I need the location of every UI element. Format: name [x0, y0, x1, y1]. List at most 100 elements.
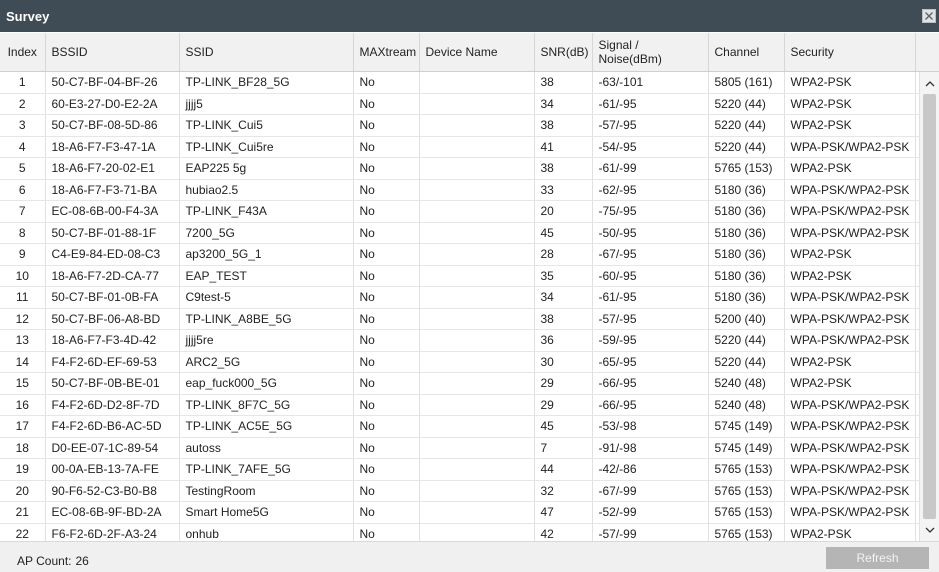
cell-security: WPA-PSK/WPA2-PSK: [784, 286, 916, 309]
table-row[interactable]: 2 60-E3-27-D0-E2-2A jjjj5 No 34 -61/-95 5220 (…: [0, 93, 939, 115]
cell-index: 15: [0, 372, 46, 395]
cell-snr: 42: [534, 523, 593, 541]
scroll-thumb[interactable]: [923, 94, 936, 519]
cell-index: 11: [0, 286, 46, 309]
cell-bssid: 18-A6-F7-2D-CA-77: [45, 265, 180, 287]
cell-device-name: [419, 480, 535, 502]
cell-snr: 45: [534, 222, 593, 244]
cell-maxtream: No: [353, 351, 420, 373]
cell-security: WPA-PSK/WPA2-PSK: [784, 179, 916, 201]
cell-maxtream: No: [353, 501, 420, 524]
col-header-device-name[interactable]: Device Name: [419, 33, 535, 72]
cell-bssid: F4-F2-6D-D2-8F-7D: [45, 394, 180, 416]
col-header-ssid[interactable]: SSID: [179, 33, 354, 72]
cell-ssid: 7200_5G: [179, 222, 354, 244]
cell-bssid: 18-A6-F7-F3-4D-42: [45, 329, 180, 352]
cell-channel: 5180 (36): [708, 222, 785, 244]
cell-bssid: 50-C7-BF-06-A8-BD: [45, 308, 180, 330]
cell-maxtream: No: [353, 308, 420, 330]
cell-device-name: [419, 501, 535, 524]
cell-device-name: [419, 179, 535, 201]
table-row[interactable]: 22 F6-F2-6D-2F-A3-24 onhub No 42 -57/-99 5765 …: [0, 523, 939, 541]
table-row[interactable]: 11 50-C7-BF-01-0B-FA C9test-5 No 34 -61/-95 51…: [0, 286, 939, 309]
cell-ssid: C9test-5: [179, 286, 354, 309]
col-header-filler: [915, 33, 939, 72]
cell-security: WPA2-PSK: [784, 351, 916, 373]
table-body: 1 50-C7-BF-04-BF-26 TP-LINK_BF28_5G No 38 -63…: [0, 71, 939, 541]
table-row[interactable]: 13 18-A6-F7-F3-4D-42 jjjj5re No 36 -59/-95 522…: [0, 329, 939, 352]
table-row[interactable]: 6 18-A6-F7-F3-71-BA hubiao2.5 No 33 -62/-95 51…: [0, 179, 939, 201]
cell-snr: 20: [534, 200, 593, 223]
cell-channel: 5765 (153): [708, 458, 785, 481]
cell-maxtream: No: [353, 523, 420, 541]
cell-maxtream: No: [353, 458, 420, 481]
cell-index: 18: [0, 437, 46, 459]
cell-index: 3: [0, 114, 46, 137]
cell-maxtream: No: [353, 200, 420, 223]
col-header-channel[interactable]: Channel: [708, 33, 785, 72]
cell-bssid: D0-EE-07-1C-89-54: [45, 437, 180, 459]
cell-channel: 5240 (48): [708, 372, 785, 395]
ap-count-value: 26: [75, 554, 89, 568]
vertical-scrollbar[interactable]: [919, 72, 939, 541]
cell-signal: -63/-101: [592, 71, 709, 94]
cell-index: 4: [0, 136, 46, 158]
col-header-signal-noise[interactable]: Signal / Noise(dBm): [592, 33, 709, 72]
table-row[interactable]: 4 18-A6-F7-F3-47-1A TP-LINK_Cui5re No 41 -54/…: [0, 136, 939, 158]
table-row[interactable]: 14 F4-F2-6D-EF-69-53 ARC2_5G No 30 -65/-95 522…: [0, 351, 939, 373]
table-row[interactable]: 1 50-C7-BF-04-BF-26 TP-LINK_BF28_5G No 38 -63…: [0, 71, 939, 94]
cell-ssid: TP-LINK_8F7C_5G: [179, 394, 354, 416]
table-row[interactable]: 8 50-C7-BF-01-88-1F 7200_5G No 45 -50/-95 5180…: [0, 222, 939, 244]
scroll-down-button[interactable]: [920, 521, 939, 539]
cell-security: WPA2-PSK: [784, 114, 916, 137]
table-row[interactable]: 9 C4-E9-84-ED-08-C3 ap3200_5G_1 No 28 -67/-95…: [0, 243, 939, 266]
cell-signal: -53/-98: [592, 415, 709, 438]
cell-channel: 5745 (149): [708, 437, 785, 459]
cell-index: 1: [0, 71, 46, 94]
cell-index: 14: [0, 351, 46, 373]
scroll-up-button[interactable]: [920, 74, 939, 92]
table-row[interactable]: 10 18-A6-F7-2D-CA-77 EAP_TEST No 35 -60/-95 51…: [0, 265, 939, 287]
cell-signal: -65/-95: [592, 351, 709, 373]
col-header-bssid[interactable]: BSSID: [45, 33, 180, 72]
cell-ssid: TP-LINK_Cui5re: [179, 136, 354, 158]
cell-snr: 30: [534, 351, 593, 373]
table-row[interactable]: 21 EC-08-6B-9F-BD-2A Smart Home5G No 47 -52/-…: [0, 501, 939, 524]
cell-signal: -66/-95: [592, 372, 709, 395]
table-row[interactable]: 16 F4-F2-6D-D2-8F-7D TP-LINK_8F7C_5G No 29 -6…: [0, 394, 939, 416]
cell-security: WPA-PSK/WPA2-PSK: [784, 136, 916, 158]
table-row[interactable]: 19 00-0A-EB-13-7A-FE TP-LINK_7AFE_5G No 44 -4…: [0, 458, 939, 481]
cell-security: WPA-PSK/WPA2-PSK: [784, 200, 916, 223]
col-header-snr[interactable]: SNR(dB): [534, 33, 593, 72]
chevron-down-icon: [925, 527, 934, 533]
table-header-row: Index BSSID SSID MAXtream Device Name SN…: [0, 33, 939, 72]
table-row[interactable]: 17 F4-F2-6D-B6-AC-5D TP-LINK_AC5E_5G No 45 -5…: [0, 415, 939, 438]
table-row[interactable]: 3 50-C7-BF-08-5D-86 TP-LINK_Cui5 No 38 -57/-9…: [0, 114, 939, 137]
table-row[interactable]: 20 90-F6-52-C3-B0-B8 TestingRoom No 32 -67/-9…: [0, 480, 939, 502]
cell-index: 9: [0, 243, 46, 266]
cell-channel: 5220 (44): [708, 114, 785, 137]
cell-maxtream: No: [353, 157, 420, 180]
col-header-index[interactable]: Index: [0, 33, 46, 72]
cell-device-name: [419, 157, 535, 180]
col-header-maxtream[interactable]: MAXtream: [353, 33, 420, 72]
close-button[interactable]: [922, 9, 936, 23]
cell-index: 10: [0, 265, 46, 287]
table-row[interactable]: 15 50-C7-BF-0B-BE-01 eap_fuck000_5G No 29 -66…: [0, 372, 939, 395]
cell-maxtream: No: [353, 329, 420, 352]
cell-ssid: autoss: [179, 437, 354, 459]
col-header-security[interactable]: Security: [784, 33, 916, 72]
cell-index: 7: [0, 200, 46, 223]
cell-bssid: 90-F6-52-C3-B0-B8: [45, 480, 180, 502]
cell-index: 21: [0, 501, 46, 524]
cell-signal: -50/-95: [592, 222, 709, 244]
cell-maxtream: No: [353, 286, 420, 309]
table-row[interactable]: 7 EC-08-6B-00-F4-3A TP-LINK_F43A No 20 -75/-9…: [0, 200, 939, 223]
table-row[interactable]: 5 18-A6-F7-20-02-E1 EAP225 5g No 38 -61/-99 57…: [0, 157, 939, 180]
cell-bssid: EC-08-6B-9F-BD-2A: [45, 501, 180, 524]
table-row[interactable]: 12 50-C7-BF-06-A8-BD TP-LINK_A8BE_5G No 38 -5…: [0, 308, 939, 330]
cell-signal: -42/-86: [592, 458, 709, 481]
table-row[interactable]: 18 D0-EE-07-1C-89-54 autoss No 7 -91/-98 5745 …: [0, 437, 939, 459]
cell-channel: 5765 (153): [708, 480, 785, 502]
refresh-button[interactable]: Refresh: [826, 547, 929, 569]
